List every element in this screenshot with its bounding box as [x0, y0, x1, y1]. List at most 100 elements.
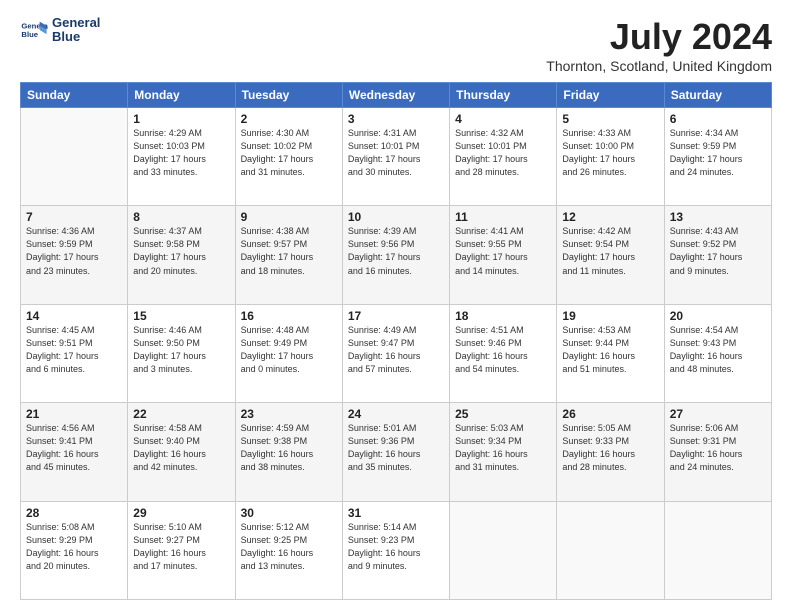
- calendar-week-row: 7Sunrise: 4:36 AMSunset: 9:59 PMDaylight…: [21, 206, 772, 304]
- title-block: July 2024 Thornton, Scotland, United Kin…: [546, 16, 772, 74]
- day-number: 21: [26, 407, 122, 421]
- day-info: Sunrise: 5:08 AMSunset: 9:29 PMDaylight:…: [26, 521, 122, 573]
- table-row: 19Sunrise: 4:53 AMSunset: 9:44 PMDayligh…: [557, 304, 664, 402]
- table-row: 15Sunrise: 4:46 AMSunset: 9:50 PMDayligh…: [128, 304, 235, 402]
- logo-text2: Blue: [52, 30, 100, 44]
- day-number: 31: [348, 506, 444, 520]
- day-number: 2: [241, 112, 337, 126]
- logo-text: General: [52, 16, 100, 30]
- table-row: 2Sunrise: 4:30 AMSunset: 10:02 PMDayligh…: [235, 108, 342, 206]
- day-info: Sunrise: 4:29 AMSunset: 10:03 PMDaylight…: [133, 127, 229, 179]
- table-row: 6Sunrise: 4:34 AMSunset: 9:59 PMDaylight…: [664, 108, 771, 206]
- table-row: 27Sunrise: 5:06 AMSunset: 9:31 PMDayligh…: [664, 403, 771, 501]
- col-wednesday: Wednesday: [342, 83, 449, 108]
- day-info: Sunrise: 4:45 AMSunset: 9:51 PMDaylight:…: [26, 324, 122, 376]
- day-info: Sunrise: 4:51 AMSunset: 9:46 PMDaylight:…: [455, 324, 551, 376]
- table-row: 25Sunrise: 5:03 AMSunset: 9:34 PMDayligh…: [450, 403, 557, 501]
- day-number: 9: [241, 210, 337, 224]
- day-info: Sunrise: 4:49 AMSunset: 9:47 PMDaylight:…: [348, 324, 444, 376]
- calendar-week-row: 1Sunrise: 4:29 AMSunset: 10:03 PMDayligh…: [21, 108, 772, 206]
- table-row: 23Sunrise: 4:59 AMSunset: 9:38 PMDayligh…: [235, 403, 342, 501]
- day-number: 15: [133, 309, 229, 323]
- day-info: Sunrise: 5:03 AMSunset: 9:34 PMDaylight:…: [455, 422, 551, 474]
- day-number: 30: [241, 506, 337, 520]
- table-row: 9Sunrise: 4:38 AMSunset: 9:57 PMDaylight…: [235, 206, 342, 304]
- day-number: 10: [348, 210, 444, 224]
- table-row: 11Sunrise: 4:41 AMSunset: 9:55 PMDayligh…: [450, 206, 557, 304]
- day-number: 1: [133, 112, 229, 126]
- day-number: 6: [670, 112, 766, 126]
- table-row: 24Sunrise: 5:01 AMSunset: 9:36 PMDayligh…: [342, 403, 449, 501]
- table-row: 14Sunrise: 4:45 AMSunset: 9:51 PMDayligh…: [21, 304, 128, 402]
- day-number: 13: [670, 210, 766, 224]
- table-row: [21, 108, 128, 206]
- day-info: Sunrise: 4:30 AMSunset: 10:02 PMDaylight…: [241, 127, 337, 179]
- col-thursday: Thursday: [450, 83, 557, 108]
- day-number: 29: [133, 506, 229, 520]
- col-monday: Monday: [128, 83, 235, 108]
- page: General Blue General Blue July 2024 Thor…: [0, 0, 792, 612]
- day-number: 22: [133, 407, 229, 421]
- day-number: 16: [241, 309, 337, 323]
- header: General Blue General Blue July 2024 Thor…: [20, 16, 772, 74]
- col-saturday: Saturday: [664, 83, 771, 108]
- col-sunday: Sunday: [21, 83, 128, 108]
- table-row: 18Sunrise: 4:51 AMSunset: 9:46 PMDayligh…: [450, 304, 557, 402]
- table-row: 30Sunrise: 5:12 AMSunset: 9:25 PMDayligh…: [235, 501, 342, 599]
- day-info: Sunrise: 4:38 AMSunset: 9:57 PMDaylight:…: [241, 225, 337, 277]
- day-info: Sunrise: 4:36 AMSunset: 9:59 PMDaylight:…: [26, 225, 122, 277]
- day-number: 17: [348, 309, 444, 323]
- day-number: 11: [455, 210, 551, 224]
- calendar-week-row: 28Sunrise: 5:08 AMSunset: 9:29 PMDayligh…: [21, 501, 772, 599]
- table-row: 29Sunrise: 5:10 AMSunset: 9:27 PMDayligh…: [128, 501, 235, 599]
- calendar-week-row: 21Sunrise: 4:56 AMSunset: 9:41 PMDayligh…: [21, 403, 772, 501]
- day-info: Sunrise: 5:12 AMSunset: 9:25 PMDaylight:…: [241, 521, 337, 573]
- table-row: 3Sunrise: 4:31 AMSunset: 10:01 PMDayligh…: [342, 108, 449, 206]
- day-info: Sunrise: 4:58 AMSunset: 9:40 PMDaylight:…: [133, 422, 229, 474]
- day-number: 7: [26, 210, 122, 224]
- day-number: 23: [241, 407, 337, 421]
- day-info: Sunrise: 4:34 AMSunset: 9:59 PMDaylight:…: [670, 127, 766, 179]
- logo-icon: General Blue: [20, 16, 48, 44]
- table-row: 26Sunrise: 5:05 AMSunset: 9:33 PMDayligh…: [557, 403, 664, 501]
- svg-text:Blue: Blue: [21, 30, 38, 39]
- day-number: 24: [348, 407, 444, 421]
- day-number: 25: [455, 407, 551, 421]
- main-title: July 2024: [546, 16, 772, 58]
- day-number: 26: [562, 407, 658, 421]
- day-number: 14: [26, 309, 122, 323]
- table-row: 31Sunrise: 5:14 AMSunset: 9:23 PMDayligh…: [342, 501, 449, 599]
- table-row: 21Sunrise: 4:56 AMSunset: 9:41 PMDayligh…: [21, 403, 128, 501]
- table-row: [450, 501, 557, 599]
- day-info: Sunrise: 4:41 AMSunset: 9:55 PMDaylight:…: [455, 225, 551, 277]
- day-info: Sunrise: 4:31 AMSunset: 10:01 PMDaylight…: [348, 127, 444, 179]
- day-info: Sunrise: 5:14 AMSunset: 9:23 PMDaylight:…: [348, 521, 444, 573]
- day-info: Sunrise: 4:33 AMSunset: 10:00 PMDaylight…: [562, 127, 658, 179]
- table-row: 17Sunrise: 4:49 AMSunset: 9:47 PMDayligh…: [342, 304, 449, 402]
- day-info: Sunrise: 4:37 AMSunset: 9:58 PMDaylight:…: [133, 225, 229, 277]
- table-row: 1Sunrise: 4:29 AMSunset: 10:03 PMDayligh…: [128, 108, 235, 206]
- table-row: [664, 501, 771, 599]
- table-row: 28Sunrise: 5:08 AMSunset: 9:29 PMDayligh…: [21, 501, 128, 599]
- table-row: 8Sunrise: 4:37 AMSunset: 9:58 PMDaylight…: [128, 206, 235, 304]
- table-row: [557, 501, 664, 599]
- day-info: Sunrise: 4:32 AMSunset: 10:01 PMDaylight…: [455, 127, 551, 179]
- day-info: Sunrise: 4:46 AMSunset: 9:50 PMDaylight:…: [133, 324, 229, 376]
- day-info: Sunrise: 4:53 AMSunset: 9:44 PMDaylight:…: [562, 324, 658, 376]
- day-info: Sunrise: 4:54 AMSunset: 9:43 PMDaylight:…: [670, 324, 766, 376]
- day-number: 5: [562, 112, 658, 126]
- table-row: 7Sunrise: 4:36 AMSunset: 9:59 PMDaylight…: [21, 206, 128, 304]
- logo: General Blue General Blue: [20, 16, 100, 45]
- col-tuesday: Tuesday: [235, 83, 342, 108]
- day-number: 3: [348, 112, 444, 126]
- table-row: 13Sunrise: 4:43 AMSunset: 9:52 PMDayligh…: [664, 206, 771, 304]
- day-info: Sunrise: 4:42 AMSunset: 9:54 PMDaylight:…: [562, 225, 658, 277]
- table-row: 16Sunrise: 4:48 AMSunset: 9:49 PMDayligh…: [235, 304, 342, 402]
- day-number: 20: [670, 309, 766, 323]
- table-row: 12Sunrise: 4:42 AMSunset: 9:54 PMDayligh…: [557, 206, 664, 304]
- table-row: 22Sunrise: 4:58 AMSunset: 9:40 PMDayligh…: [128, 403, 235, 501]
- day-number: 18: [455, 309, 551, 323]
- day-info: Sunrise: 4:39 AMSunset: 9:56 PMDaylight:…: [348, 225, 444, 277]
- table-row: 10Sunrise: 4:39 AMSunset: 9:56 PMDayligh…: [342, 206, 449, 304]
- day-info: Sunrise: 5:01 AMSunset: 9:36 PMDaylight:…: [348, 422, 444, 474]
